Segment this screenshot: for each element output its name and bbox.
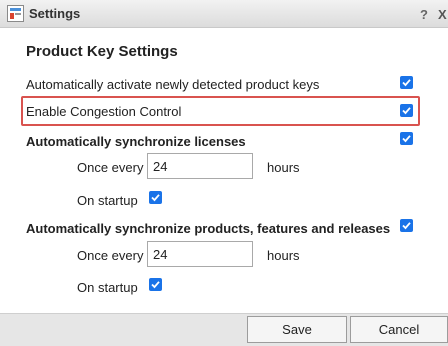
auto-activate-label: Automatically activate newly detected pr… xyxy=(26,77,320,92)
licenses-once-every-label: Once every xyxy=(77,160,144,175)
licenses-interval-input[interactable] xyxy=(147,153,253,179)
congestion-control-label: Enable Congestion Control xyxy=(26,104,182,119)
products-hours-label: hours xyxy=(267,248,300,263)
products-on-startup-label: On startup xyxy=(77,280,138,295)
products-on-startup-checkbox[interactable] xyxy=(149,278,162,291)
checkmark-icon xyxy=(402,79,411,87)
help-button[interactable]: ? xyxy=(420,7,428,22)
save-button[interactable]: Save xyxy=(247,316,347,343)
settings-app-icon xyxy=(7,5,24,22)
products-interval-input[interactable] xyxy=(147,241,253,267)
cancel-button[interactable]: Cancel xyxy=(350,316,448,343)
title-bar: Settings ? X xyxy=(0,0,448,28)
close-button[interactable]: X xyxy=(438,7,447,22)
licenses-on-startup-label: On startup xyxy=(77,193,138,208)
checkmark-icon xyxy=(402,222,411,230)
sync-products-checkbox[interactable] xyxy=(400,219,413,232)
checkmark-icon xyxy=(151,194,160,202)
licenses-hours-label: hours xyxy=(267,160,300,175)
congestion-control-checkbox[interactable] xyxy=(400,104,413,117)
sync-products-label: Automatically synchronize products, feat… xyxy=(26,221,391,236)
section-title: Product Key Settings xyxy=(26,43,178,60)
checkmark-icon xyxy=(402,135,411,143)
products-once-every-label: Once every xyxy=(77,248,144,263)
sync-licenses-checkbox[interactable] xyxy=(400,132,413,145)
checkmark-icon xyxy=(151,281,160,289)
auto-activate-checkbox[interactable] xyxy=(400,76,413,89)
sync-licenses-label: Automatically synchronize licenses xyxy=(26,134,246,149)
licenses-on-startup-checkbox[interactable] xyxy=(149,191,162,204)
checkmark-icon xyxy=(402,107,411,115)
window-title: Settings xyxy=(29,6,81,21)
